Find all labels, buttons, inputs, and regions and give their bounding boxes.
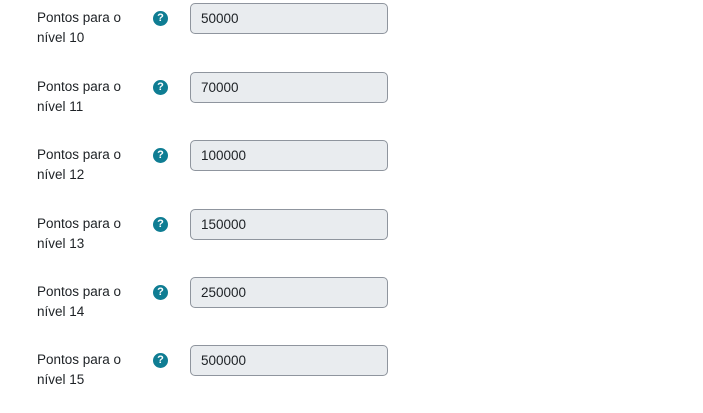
level-12-points-input[interactable] <box>190 140 388 171</box>
level-10-points-input[interactable] <box>190 3 388 34</box>
label-line-1: Pontos para o <box>37 79 122 94</box>
label-line-2: nível 11 <box>37 99 84 114</box>
label-line-1: Pontos para o <box>37 216 122 231</box>
help-icon[interactable]: ? <box>153 285 168 300</box>
level-13-points-input[interactable] <box>190 209 388 240</box>
help-icon[interactable]: ? <box>153 11 168 26</box>
level-15-label: Pontos para o nível 15 <box>37 350 147 390</box>
label-line-2: nível 15 <box>37 372 85 387</box>
label-line-2: nível 14 <box>37 304 85 319</box>
label-line-2: nível 10 <box>37 30 85 45</box>
level-11-row: Pontos para o nível 11 ? <box>0 69 703 129</box>
label-line-1: Pontos para o <box>37 10 122 25</box>
level-14-points-input[interactable] <box>190 277 388 308</box>
label-line-1: Pontos para o <box>37 147 122 162</box>
level-12-label: Pontos para o nível 12 <box>37 145 147 185</box>
level-11-points-input[interactable] <box>190 72 388 103</box>
level-13-label: Pontos para o nível 13 <box>37 214 147 254</box>
level-15-points-input[interactable] <box>190 345 388 376</box>
level-10-label: Pontos para o nível 10 <box>37 8 147 48</box>
level-15-row: Pontos para o nível 15 ? <box>0 342 703 402</box>
help-icon[interactable]: ? <box>153 148 168 163</box>
level-14-label: Pontos para o nível 14 <box>37 282 147 322</box>
level-11-label: Pontos para o nível 11 <box>37 77 147 117</box>
label-line-2: nível 13 <box>37 236 85 251</box>
level-10-row: Pontos para o nível 10 ? <box>0 0 703 60</box>
help-icon[interactable]: ? <box>153 80 168 95</box>
help-icon[interactable]: ? <box>153 353 168 368</box>
level-14-row: Pontos para o nível 14 ? <box>0 274 703 334</box>
level-12-row: Pontos para o nível 12 ? <box>0 137 703 197</box>
label-line-1: Pontos para o <box>37 284 122 299</box>
label-line-1: Pontos para o <box>37 352 122 367</box>
help-icon[interactable]: ? <box>153 217 168 232</box>
label-line-2: nível 12 <box>37 167 85 182</box>
level-13-row: Pontos para o nível 13 ? <box>0 206 703 266</box>
